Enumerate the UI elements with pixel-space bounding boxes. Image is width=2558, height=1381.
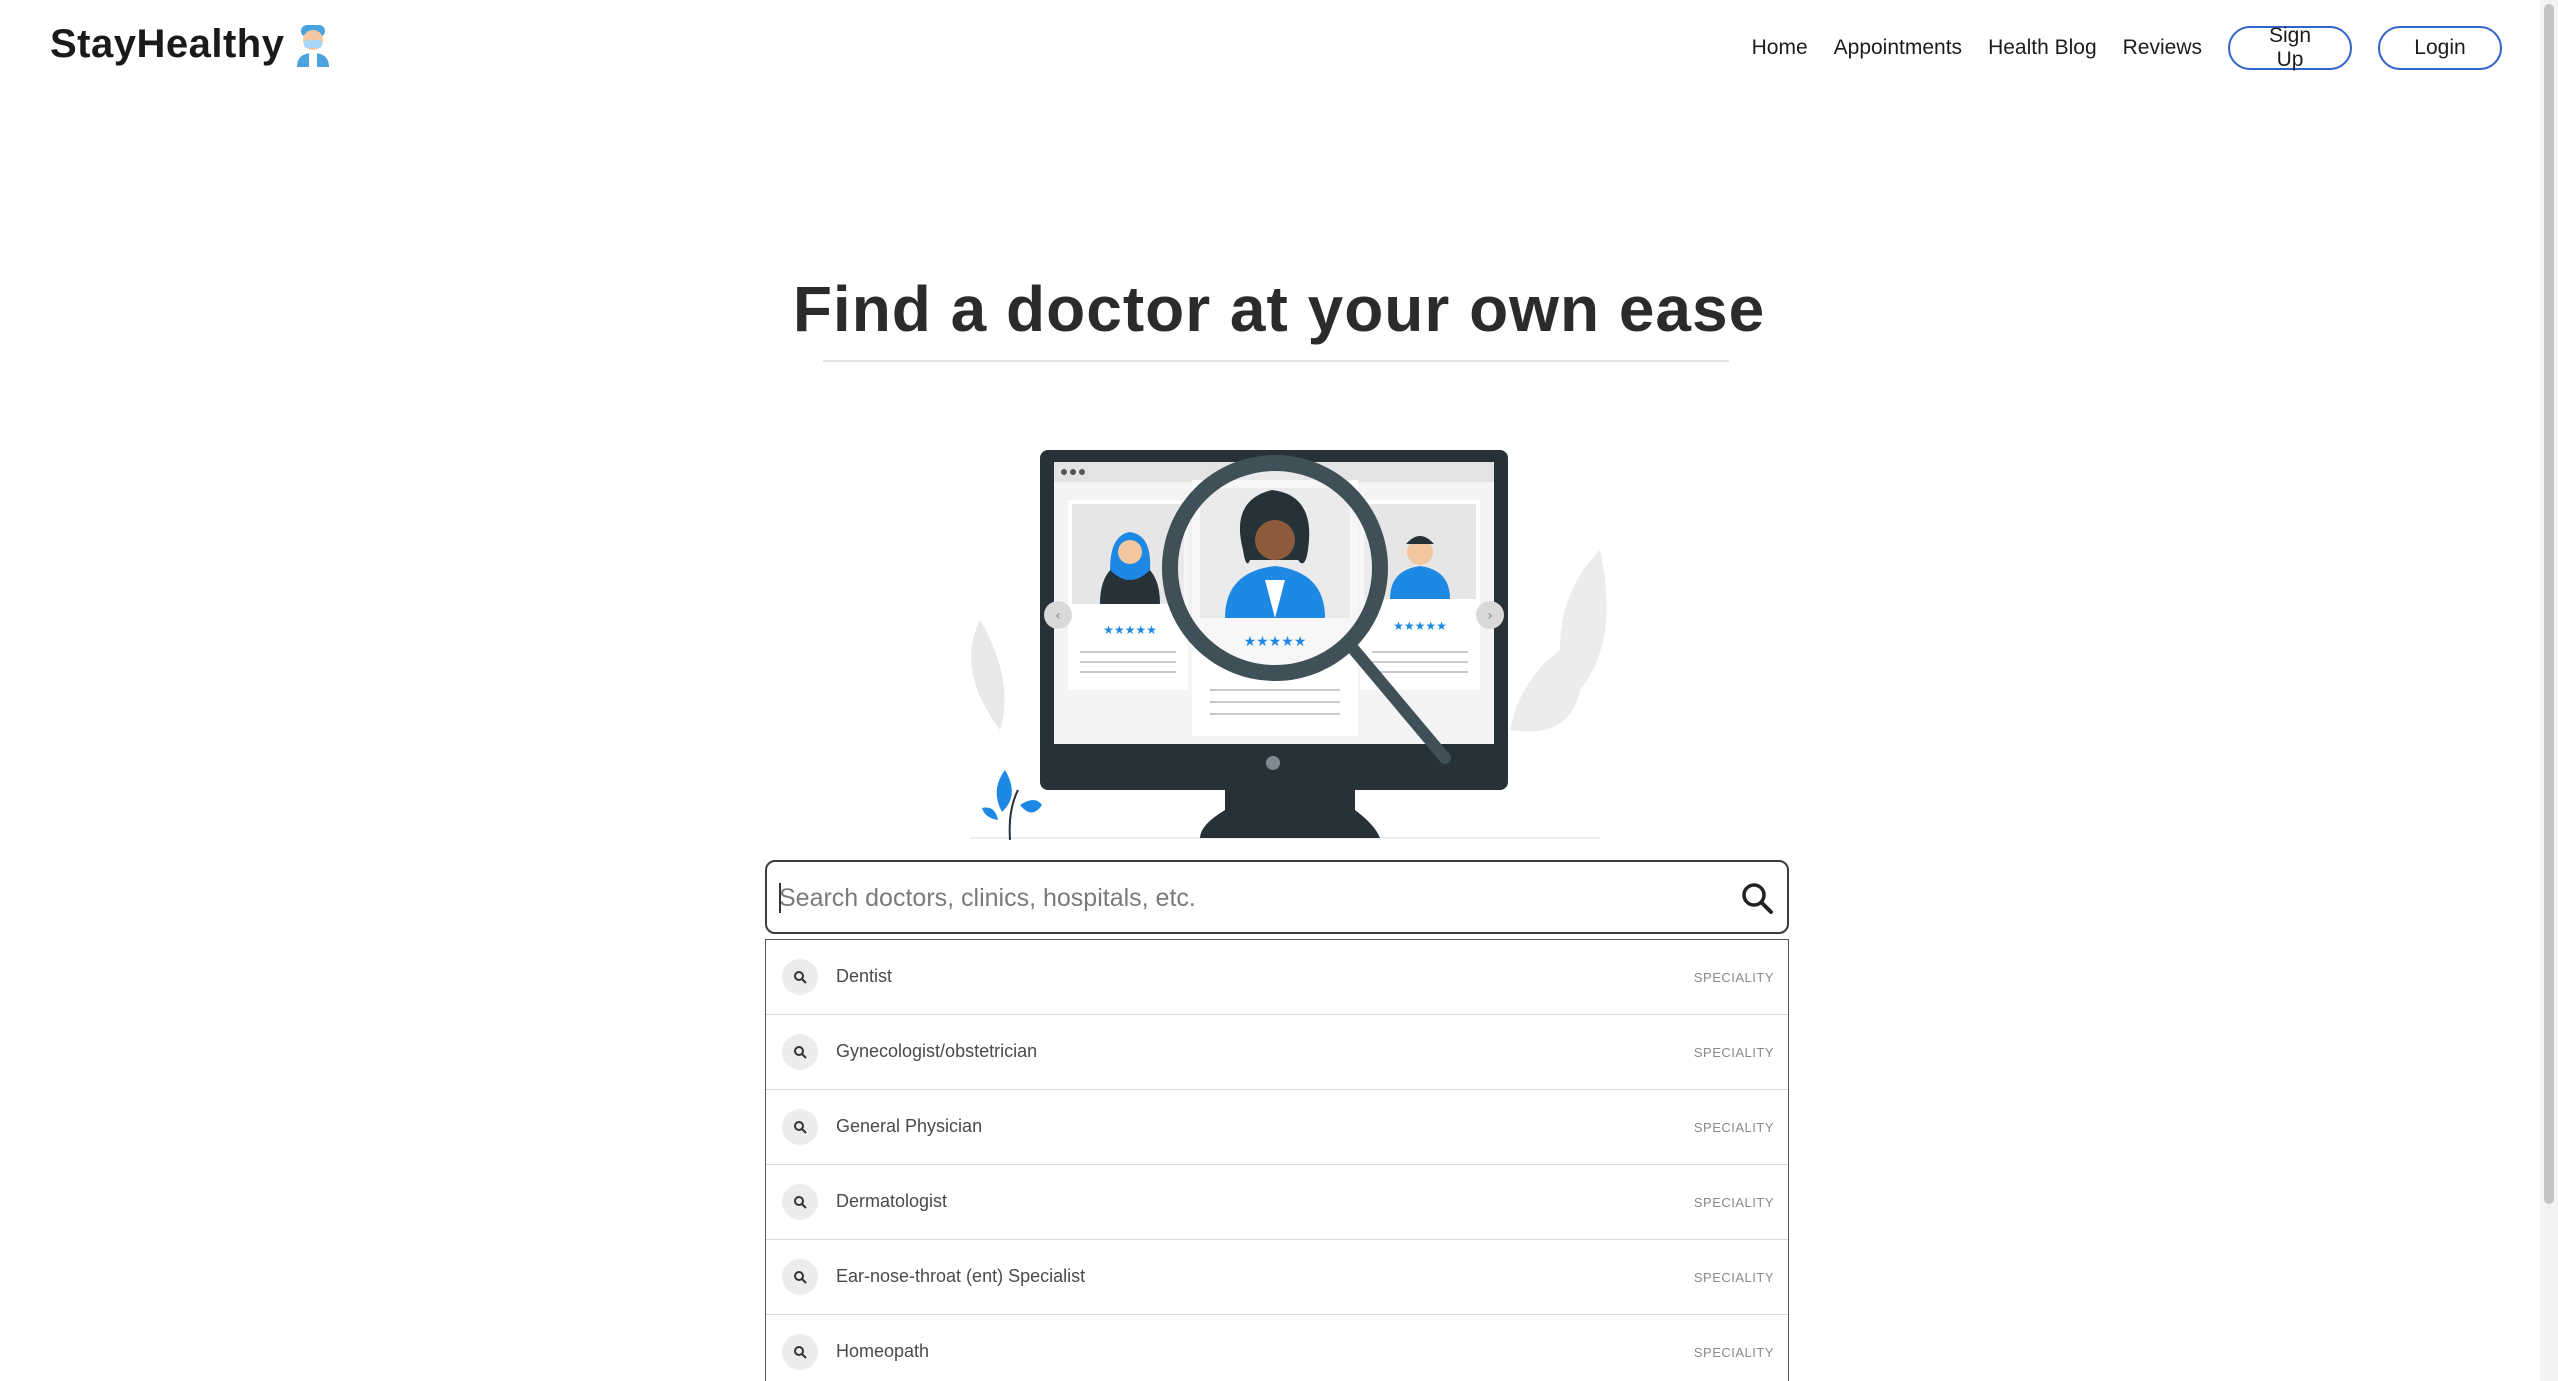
scrollbar-thumb[interactable] xyxy=(2544,4,2554,1204)
suggestion-type: SPECIALITY xyxy=(1693,970,1774,985)
suggestion-label: Gynecologist/obstetrician xyxy=(836,1041,1038,1061)
nav-link-home[interactable]: Home xyxy=(1752,36,1808,60)
suggestion-type: SPECIALITY xyxy=(1693,1270,1774,1285)
hero-title: Find a doctor at your own ease xyxy=(792,273,1766,345)
suggestion-icon-bg xyxy=(782,1034,818,1070)
search-icon xyxy=(794,1196,807,1209)
search-icon xyxy=(794,1121,807,1134)
search-input[interactable] xyxy=(777,862,1701,934)
navbar: StayHealthy Home Appointments Health Blo… xyxy=(0,0,2540,98)
search-icon xyxy=(794,1346,807,1359)
suggestion-label: Dentist xyxy=(836,966,893,986)
search-icon xyxy=(794,1046,807,1059)
suggestion-icon-bg xyxy=(782,1259,818,1295)
search-icon[interactable] xyxy=(1739,880,1775,916)
scrollbar-track[interactable] xyxy=(2540,0,2558,1381)
page: StayHealthy Home Appointments Health Blo… xyxy=(0,0,2558,1381)
nav-link-appointments[interactable]: Appointments xyxy=(1834,36,1962,60)
login-button[interactable]: Login xyxy=(2378,26,2502,70)
suggestion-item[interactable]: Dermatologist SPECIALITY xyxy=(766,1165,1788,1240)
suggestion-icon-bg xyxy=(782,1334,818,1370)
suggestion-label: General Physician xyxy=(836,1116,983,1136)
doctor-avatar-icon xyxy=(297,24,330,67)
nav-link-health-blog[interactable]: Health Blog xyxy=(1988,36,2097,60)
nav-links: Home Appointments Health Blog Reviews Si… xyxy=(1752,24,2502,71)
suggestion-type: SPECIALITY xyxy=(1693,1120,1774,1135)
brand-logo[interactable]: StayHealthy xyxy=(50,22,332,67)
svg-text:★★★★★: ★★★★★ xyxy=(1244,634,1307,650)
suggestion-type: SPECIALITY xyxy=(1693,1345,1774,1360)
text-caret xyxy=(779,883,781,913)
search-icon xyxy=(794,1271,807,1284)
nav-link-reviews[interactable]: Reviews xyxy=(2123,36,2202,60)
suggestion-type: SPECIALITY xyxy=(1693,1045,1774,1060)
suggestion-type: SPECIALITY xyxy=(1693,1195,1774,1210)
sign-up-button[interactable]: Sign Up xyxy=(2228,24,2352,71)
suggestion-icon-bg xyxy=(782,959,818,995)
search-icon xyxy=(794,971,807,984)
suggestion-label: Homeopath xyxy=(836,1341,930,1361)
suggestion-item[interactable]: General Physician SPECIALITY xyxy=(766,1090,1788,1165)
hero-divider xyxy=(823,360,1729,362)
search-suggestions: Dentist SPECIALITY Gynecologist/obstetri… xyxy=(765,939,1789,1381)
search-box xyxy=(765,860,1789,934)
suggestion-label: Ear-nose-throat (ent) Specialist xyxy=(836,1266,1086,1286)
svg-text:★★★★★: ★★★★★ xyxy=(1103,623,1157,637)
brand-name[interactable]: StayHealthy xyxy=(50,22,284,67)
doctor-search-illustration: ★★★★★ ★★★★★ ★★★★★ ‹ › xyxy=(970,450,1607,840)
suggestion-item[interactable]: Dentist SPECIALITY xyxy=(766,940,1788,1015)
suggestion-icon-bg xyxy=(782,1184,818,1220)
svg-text:★★★★★: ★★★★★ xyxy=(1393,619,1447,633)
suggestion-label: Dermatologist xyxy=(836,1191,948,1211)
suggestion-icon-bg xyxy=(782,1109,818,1145)
svg-text:‹: ‹ xyxy=(1055,608,1061,624)
suggestion-item[interactable]: Ear-nose-throat (ent) Specialist SPECIAL… xyxy=(766,1240,1788,1315)
suggestion-item[interactable]: Gynecologist/obstetrician SPECIALITY xyxy=(766,1015,1788,1090)
suggestion-item[interactable]: Homeopath SPECIALITY xyxy=(766,1315,1788,1381)
svg-text:›: › xyxy=(1487,608,1493,624)
